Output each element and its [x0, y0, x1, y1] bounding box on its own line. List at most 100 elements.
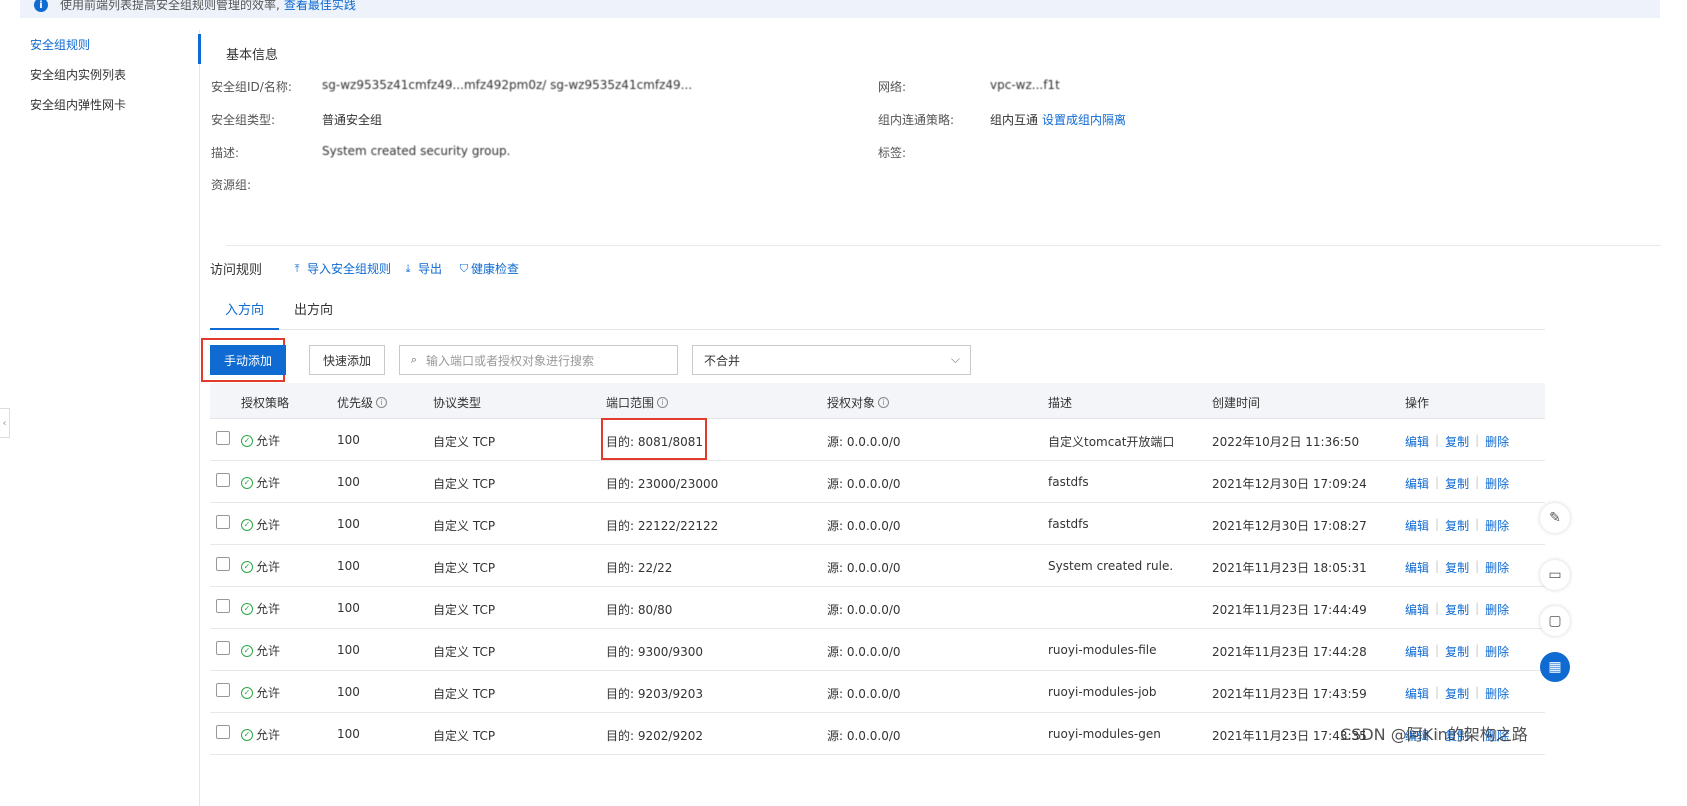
upload-icon: ⤒ — [294, 261, 300, 275]
sg-type-value: 普通安全组 — [322, 113, 383, 127]
policy-value: 允许 — [256, 518, 281, 532]
set-isolation-link[interactable]: 设置成组内隔离 — [1042, 111, 1126, 128]
row-checkbox[interactable] — [216, 431, 230, 445]
row-actions: 编辑 | 复制 | 删除 — [1405, 601, 1509, 618]
policy-cell: ✓ 允许 — [241, 516, 280, 533]
row-checkbox[interactable] — [216, 473, 230, 487]
edit-link[interactable]: 编辑 — [1405, 685, 1429, 702]
info-icon[interactable]: i — [878, 397, 890, 408]
import-rules-link[interactable]: ⤒ 导入安全组规则 — [291, 260, 391, 277]
edit-link[interactable]: 编辑 — [1405, 601, 1429, 618]
delete-link[interactable]: 删除 — [1485, 475, 1509, 492]
tab-inbound[interactable]: 入方向 — [210, 300, 280, 330]
info-icon: i — [34, 0, 48, 12]
source-cell: 源: 0.0.0.0/0 — [827, 561, 901, 575]
description-cell: ruoyi-modules-gen — [1048, 727, 1161, 741]
table-row: ✓ 允许 100 自定义 TCP 目的: 22122/22122 源: 0.0.0.0/0… — [210, 503, 1545, 545]
separator: | — [1435, 475, 1440, 489]
priority-cell: 100 — [337, 601, 360, 615]
delete-link[interactable]: 删除 — [1485, 433, 1509, 450]
separator: | — [1435, 685, 1440, 699]
edit-link[interactable]: 编辑 — [1405, 643, 1429, 660]
merge-select[interactable]: 不合并 ⌵ — [692, 345, 971, 375]
copy-link[interactable]: 复制 — [1445, 433, 1469, 450]
edit-link[interactable]: 编辑 — [1405, 517, 1429, 534]
copy-link[interactable]: 复制 — [1445, 601, 1469, 618]
row-checkbox[interactable] — [216, 557, 230, 571]
book-icon[interactable]: ▭ — [1540, 560, 1570, 590]
table-row: ✓ 允许 100 自定义 TCP 目的: 8081/8081 源: 0.0.0.0/0 自定… — [210, 419, 1545, 461]
row-actions: 编辑 | 复制 | 删除 — [1405, 475, 1509, 492]
policy-value: 允许 — [256, 644, 281, 658]
search-icon: ⌕ — [410, 353, 418, 366]
edit-link[interactable]: 编辑 — [1405, 559, 1429, 576]
sidebar-item-instances[interactable]: 安全组内实例列表 — [0, 60, 199, 90]
info-icon[interactable]: i — [376, 397, 388, 408]
check-circle-icon: ✓ — [241, 476, 253, 489]
direction-tabs: 入方向 出方向 — [210, 300, 1545, 330]
delete-link[interactable]: 删除 — [1485, 601, 1509, 618]
quick-add-button[interactable]: 快速添加 — [309, 345, 385, 375]
sidebar-collapse-handle[interactable]: ‹ — [0, 408, 10, 438]
row-checkbox[interactable] — [216, 641, 230, 655]
delete-link[interactable]: 删除 — [1485, 643, 1509, 660]
info-icon[interactable]: i — [657, 397, 669, 408]
policy-value: 允许 — [256, 476, 281, 490]
health-check-link[interactable]: ⛉ 健康检查 — [458, 260, 519, 277]
protocol-cell: 自定义 TCP — [433, 435, 496, 449]
search-input[interactable]: ⌕ 输入端口或者授权对象进行搜索 — [399, 345, 678, 375]
source-cell: 源: 0.0.0.0/0 — [827, 687, 901, 701]
edit-link[interactable]: 编辑 — [1405, 433, 1429, 450]
policy-cell: ✓ 允许 — [241, 432, 280, 449]
export-link[interactable]: ⤓ 导出 — [402, 260, 442, 277]
row-checkbox[interactable] — [216, 683, 230, 697]
delete-link[interactable]: 删除 — [1485, 685, 1509, 702]
copy-link[interactable]: 复制 — [1445, 559, 1469, 576]
apps-icon[interactable]: ▦ — [1540, 652, 1570, 682]
copy-link[interactable]: 复制 — [1445, 517, 1469, 534]
check-circle-icon: ✓ — [241, 644, 253, 657]
merge-select-value: 不合并 — [704, 353, 741, 368]
edit-link[interactable]: 编辑 — [1405, 475, 1429, 492]
chat-icon[interactable]: ▢ — [1540, 606, 1570, 636]
separator: | — [1435, 559, 1440, 573]
created-cell: 2021年11月23日 17:44:28 — [1212, 645, 1367, 659]
sg-id-label: 安全组ID/名称: — [211, 80, 292, 94]
resource-group-label: 资源组: — [211, 178, 252, 192]
port-cell: 目的: 22/22 — [606, 561, 673, 575]
protocol-cell: 自定义 TCP — [433, 519, 496, 533]
col-port-label: 端口范围 — [606, 396, 655, 410]
tab-outbound[interactable]: 出方向 — [279, 300, 348, 330]
source-cell: 源: 0.0.0.0/0 — [827, 729, 901, 743]
row-actions: 编辑 | 复制 | 删除 — [1405, 685, 1509, 702]
table-header: 授权策略 优先级 i 协议类型 端口范围 i 授权对象 i 描述 创建时间 操作 — [210, 383, 1545, 419]
source-cell: 源: 0.0.0.0/0 — [827, 603, 901, 617]
delete-link[interactable]: 删除 — [1485, 559, 1509, 576]
sg-type-label: 安全组类型: — [211, 113, 276, 127]
table-row: ✓ 允许 100 自定义 TCP 目的: 80/80 源: 0.0.0.0/0 2021年1… — [210, 587, 1545, 629]
row-actions: 编辑 | 复制 | 删除 — [1405, 517, 1509, 534]
priority-cell: 100 — [337, 517, 360, 531]
copy-link[interactable]: 复制 — [1445, 685, 1469, 702]
separator: | — [1435, 517, 1440, 531]
row-checkbox[interactable] — [216, 725, 230, 739]
best-practice-link[interactable]: 查看最佳实践 — [284, 0, 356, 13]
description-value: System created security group. — [322, 144, 511, 158]
check-circle-icon: ✓ — [241, 434, 253, 447]
table-row: ✓ 允许 100 自定义 TCP 目的: 22/22 源: 0.0.0.0/0 System… — [210, 545, 1545, 587]
banner-text: 使用前端列表提高安全组规则管理的效率, — [60, 0, 280, 12]
priority-cell: 100 — [337, 475, 360, 489]
edit-icon[interactable]: ✎ — [1540, 503, 1570, 533]
sidebar-item-eni[interactable]: 安全组内弹性网卡 — [0, 90, 199, 120]
access-rules-title: 访问规则 — [210, 263, 263, 278]
copy-link[interactable]: 复制 — [1445, 643, 1469, 660]
row-checkbox[interactable] — [216, 515, 230, 529]
row-checkbox[interactable] — [216, 599, 230, 613]
protocol-cell: 自定义 TCP — [433, 645, 496, 659]
port-cell: 目的: 9202/9202 — [606, 729, 703, 743]
col-policy: 授权策略 — [241, 396, 290, 410]
manual-add-button[interactable]: 手动添加 — [210, 345, 286, 375]
delete-link[interactable]: 删除 — [1485, 517, 1509, 534]
copy-link[interactable]: 复制 — [1445, 475, 1469, 492]
sidebar-item-security-rules[interactable]: 安全组规则 — [0, 30, 199, 60]
